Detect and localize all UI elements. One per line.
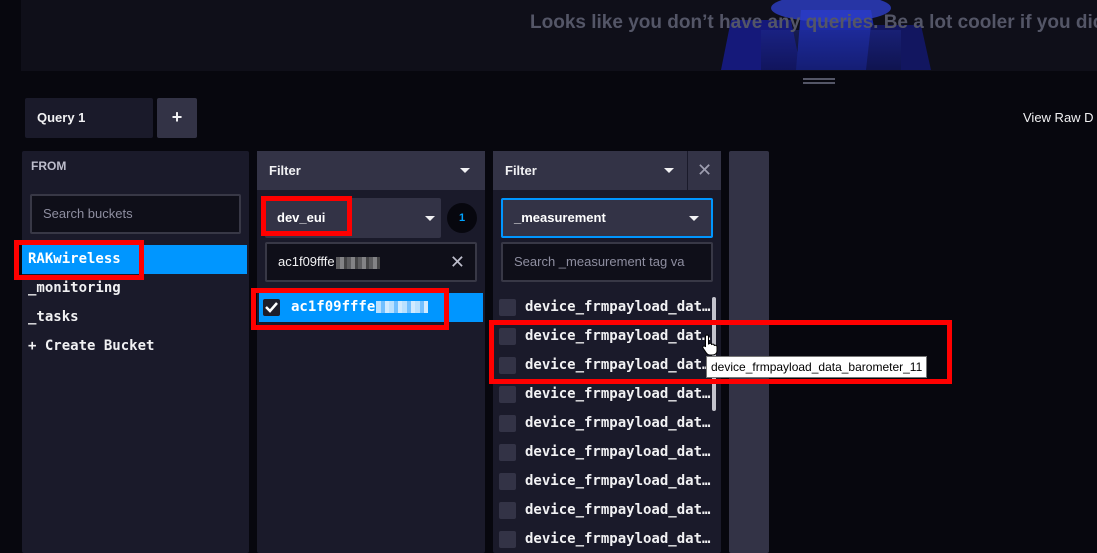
checkbox[interactable] xyxy=(499,415,516,432)
from-label: FROM xyxy=(31,159,67,173)
filter-function-dropdown[interactable]: Filter xyxy=(493,151,687,190)
list-item[interactable]: device_frmpayload_dat… xyxy=(493,438,713,467)
chevron-down-icon xyxy=(664,168,674,173)
checkbox[interactable] xyxy=(499,444,516,461)
bucket-item-tasks[interactable]: _tasks xyxy=(22,303,249,332)
filter-header-label: Filter xyxy=(269,163,301,178)
checkbox[interactable] xyxy=(499,386,516,403)
list-item-label: device_frmpayload_dat… xyxy=(525,531,711,547)
tag-value-search-text: ac1f09fffe xyxy=(278,254,335,269)
add-query-button[interactable]: + xyxy=(157,98,197,138)
query-builder-empty-state: Looks like you don’t have any queries. B… xyxy=(21,0,1097,71)
checkbox[interactable] xyxy=(499,502,516,519)
measurement-key-label: _measurement xyxy=(514,210,606,225)
tag-value-search-input[interactable]: ac1f09fffe ✕ xyxy=(265,242,477,282)
empty-queries-message: Looks like you don’t have any queries. B… xyxy=(530,12,1097,33)
filter-header-label: Filter xyxy=(505,163,537,178)
annotation-highlight-measurements xyxy=(489,320,952,384)
from-panel: FROM Search buckets RAKwireless _monitor… xyxy=(22,151,249,553)
list-item-label: device_frmpayload_dat… xyxy=(525,473,711,489)
list-item-label: device_frmpayload_dat… xyxy=(525,502,711,518)
list-item[interactable]: device_frmpayload_dat… xyxy=(493,496,713,525)
chevron-down-icon xyxy=(425,216,435,221)
resize-handle[interactable] xyxy=(803,78,835,84)
redacted-text xyxy=(335,256,380,269)
empty-state-illustration xyxy=(721,0,931,70)
checkbox[interactable] xyxy=(499,531,516,548)
list-item-label: device_frmpayload_dat… xyxy=(525,386,711,402)
measurement-key-dropdown[interactable]: _measurement xyxy=(501,198,713,238)
chevron-down-icon xyxy=(460,168,470,173)
chevron-down-icon xyxy=(689,216,699,221)
list-item[interactable]: device_frmpayload_dat… xyxy=(493,467,713,496)
list-item-label: device_frmpayload_dat… xyxy=(525,415,711,431)
measurement-search-input[interactable]: Search _measurement tag va xyxy=(501,242,713,282)
checkbox[interactable] xyxy=(499,299,516,316)
list-item-label: device_frmpayload_dat… xyxy=(525,299,711,315)
create-bucket-button[interactable]: + Create Bucket xyxy=(22,332,249,361)
clear-icon[interactable]: ✕ xyxy=(450,244,465,280)
list-item[interactable]: device_frmpayload_dat… xyxy=(493,293,713,322)
list-item-label: device_frmpayload_dat… xyxy=(525,444,711,460)
annotation-highlight-bucket xyxy=(14,240,144,280)
close-icon[interactable]: ✕ xyxy=(688,151,721,190)
list-item[interactable]: device_frmpayload_dat… xyxy=(493,380,713,409)
checkbox[interactable] xyxy=(499,473,516,490)
list-item[interactable]: device_frmpayload_dat… xyxy=(493,409,713,438)
filter-function-dropdown[interactable]: Filter xyxy=(257,151,485,190)
query-tab[interactable]: Query 1 xyxy=(25,98,153,138)
selected-count-badge: 1 xyxy=(447,203,477,233)
search-buckets-input[interactable]: Search buckets xyxy=(30,194,241,234)
annotation-highlight-tag-key xyxy=(261,196,352,236)
annotation-highlight-tag-value xyxy=(251,288,449,330)
view-raw-data-toggle[interactable]: View Raw D xyxy=(1023,110,1094,125)
list-item[interactable]: device_frmpayload_dat… xyxy=(493,525,713,553)
